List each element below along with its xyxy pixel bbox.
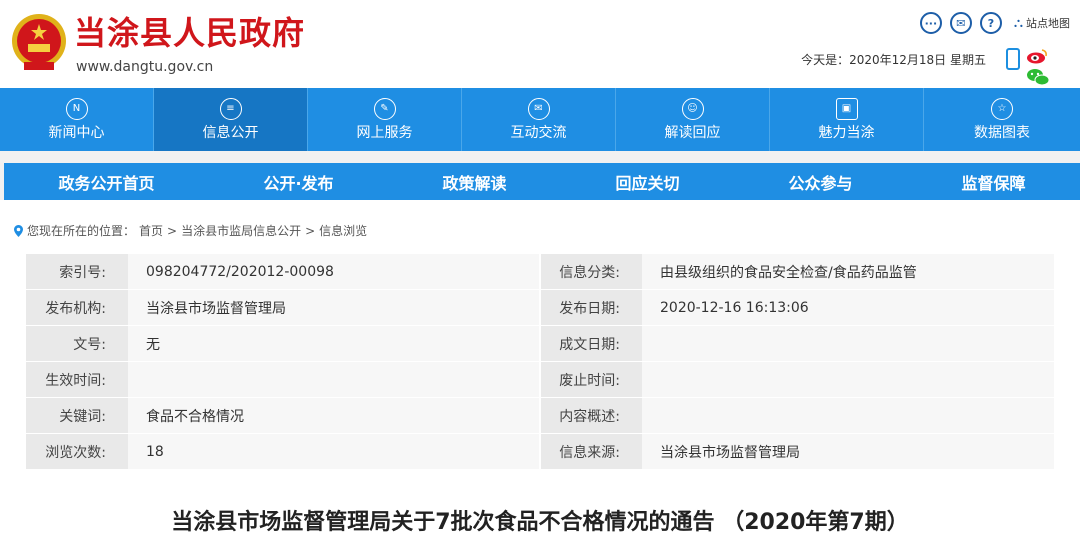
index-number-value: 098204772/202012-00098 [128, 253, 540, 290]
keywords-label: 关键词: [26, 397, 128, 434]
summary-label: 内容概述: [539, 397, 642, 434]
source-value: 当涂县市场监督管理局 [642, 433, 1054, 470]
phone-icon[interactable] [1006, 48, 1020, 70]
sitemap-label: 站点地图 [1026, 17, 1070, 30]
nav-label: 解读回应 [664, 124, 721, 141]
nav-label: 魅力当涂 [818, 124, 875, 141]
national-emblem-icon [12, 14, 66, 70]
written-date-label: 成文日期: [539, 325, 642, 362]
nav-label: 网上服务 [356, 124, 413, 141]
nav-label: 互动交流 [510, 124, 567, 141]
category-value: 由县级组织的食品安全检查/食品药品监管 [642, 253, 1054, 290]
document-number-label: 文号: [26, 325, 128, 362]
site-title[interactable]: 当涂县人民政府 [74, 8, 305, 54]
nav-info-disclosure[interactable]: ≡ 信息公开 [154, 88, 308, 151]
subnav-response[interactable]: 回应关切 [616, 170, 680, 194]
site-header: 当涂县人民政府 www.dangtu.gov.cn ··· ✉ ? ⛬ 站点地图… [0, 0, 1080, 88]
main-navigation: N 新闻中心 ≡ 信息公开 ✎ 网上服务 ✉ 互动交流 ☺ 解读回应 ▣ 魅力当… [0, 88, 1080, 151]
breadcrumb-disclosure[interactable]: 当涂县市监局信息公开 [181, 222, 301, 239]
table-row: 生效时间: 废止时间: [26, 361, 1054, 398]
nav-label: 新闻中心 [48, 124, 105, 141]
subnav-supervision[interactable]: 监督保障 [961, 170, 1025, 194]
source-label: 信息来源: [539, 433, 642, 470]
table-row: 文号: 无 成文日期: [26, 325, 1054, 362]
table-row: 索引号: 098204772/202012-00098 信息分类: 由县级组织的… [26, 253, 1054, 290]
subnav-public-participation[interactable]: 公众参与 [789, 170, 853, 194]
sub-navigation-wrap: 政务公开首页 公开·发布 政策解读 回应关切 公众参与 监督保障 [0, 151, 1080, 200]
nav-data-charts[interactable]: ☆ 数据图表 [924, 88, 1080, 151]
category-label: 信息分类: [539, 253, 642, 290]
publisher-value: 当涂县市场监督管理局 [128, 289, 540, 326]
views-label: 浏览次数: [26, 433, 128, 470]
nav-interaction[interactable]: ✉ 互动交流 [462, 88, 616, 151]
wechat-icon[interactable] [1026, 68, 1050, 86]
effective-date-value [128, 361, 540, 398]
subnav-home[interactable]: 政务公开首页 [58, 170, 154, 194]
written-date-value [642, 325, 1054, 362]
nav-news[interactable]: N 新闻中心 [0, 88, 154, 151]
help-icon[interactable]: ? [979, 12, 1002, 34]
repeal-date-value [642, 361, 1054, 398]
article-title: 当涂县市场监督管理局关于7批次食品不合格情况的通告 （2020年第7期） [171, 510, 909, 535]
nav-label: 数据图表 [974, 124, 1030, 141]
repeal-date-label: 废止时间: [539, 361, 642, 398]
effective-date-label: 生效时间: [26, 361, 128, 398]
table-row: 发布机构: 当涂县市场监督管理局 发布日期: 2020-12-16 16:13:… [26, 289, 1054, 326]
keywords-value: 食品不合格情况 [128, 397, 540, 434]
table-row: 关键词: 食品不合格情况 内容概述: [26, 397, 1054, 434]
mail-icon: ✉ [527, 97, 550, 120]
weibo-icon[interactable] [1026, 48, 1048, 64]
nav-label: 信息公开 [202, 124, 259, 141]
summary-value [642, 397, 1054, 434]
nav-charm-dangtu[interactable]: ▣ 魅力当涂 [770, 88, 924, 151]
date-display: 今天是：2020年12月18日 星期五 [801, 53, 986, 67]
sitemap-icon: ⛬ [1013, 15, 1023, 31]
breadcrumb-separator: > [167, 223, 178, 238]
chat-icon[interactable]: ··· [919, 12, 942, 34]
publish-date-label: 发布日期: [539, 289, 642, 326]
views-value: 18 [128, 433, 540, 470]
breadcrumb-home[interactable]: 首页 [139, 222, 163, 239]
document-icon: ≡ [219, 97, 242, 120]
sub-navigation: 政务公开首页 公开·发布 政策解读 回应关切 公众参与 监督保障 [4, 163, 1080, 200]
document-number-value: 无 [128, 325, 540, 362]
subnav-policy-interpretation[interactable]: 政策解读 [443, 170, 507, 194]
publish-date-value: 2020-12-16 16:13:06 [642, 289, 1054, 326]
mail-icon[interactable]: ✉ [949, 12, 972, 34]
publisher-label: 发布机构: [26, 289, 128, 326]
subnav-publish[interactable]: 公开·发布 [263, 170, 333, 194]
pen-icon: ✎ [373, 97, 396, 120]
star-icon: ☆ [991, 97, 1013, 120]
nav-online-service[interactable]: ✎ 网上服务 [308, 88, 462, 151]
location-pin-icon [14, 224, 23, 237]
breadcrumb-prefix: 您现在所在的位置： [27, 224, 136, 238]
top-toolbar: ··· ✉ ? ⛬ 站点地图 [919, 12, 1070, 34]
nav-interpretation[interactable]: ☺ 解读回应 [616, 88, 770, 151]
chat-icon: ☺ [681, 97, 704, 120]
breadcrumb-current: 信息浏览 [319, 224, 368, 238]
table-row: 浏览次数: 18 信息来源: 当涂县市场监督管理局 [26, 433, 1054, 470]
image-icon: ▣ [835, 97, 858, 120]
news-icon: N [65, 97, 88, 120]
sitemap-link[interactable]: ⛬ 站点地图 [1014, 15, 1070, 31]
site-url[interactable]: www.dangtu.gov.cn [76, 59, 213, 75]
index-number-label: 索引号: [26, 253, 128, 290]
breadcrumb-separator: > [305, 223, 316, 238]
breadcrumb: 您现在所在的位置： 首页 > 当涂县市监局信息公开 > 信息浏览 [14, 222, 367, 239]
info-metadata-table: 索引号: 098204772/202012-00098 信息分类: 由县级组织的… [26, 253, 1054, 470]
